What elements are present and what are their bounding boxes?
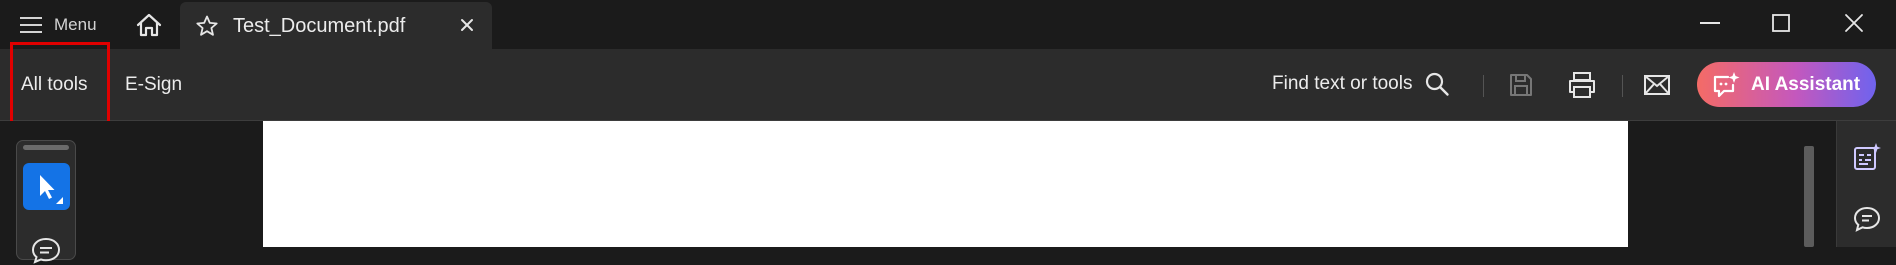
home-button[interactable] (128, 8, 170, 42)
quick-tools-panel (16, 140, 76, 264)
print-icon (1569, 72, 1595, 98)
select-cursor-icon (40, 175, 63, 204)
star-icon[interactable] (195, 14, 219, 38)
toolbar: All tools E-Sign Find text or tools AI A… (0, 49, 1896, 121)
comment-bubble-icon (1853, 206, 1881, 232)
find-text-or-tools-button[interactable]: Find text or tools (1272, 65, 1450, 103)
minimize-button[interactable] (1673, 0, 1747, 46)
right-side-rail (1836, 121, 1896, 247)
tab-title: Test_Document.pdf (233, 15, 406, 37)
ai-summary-icon (1854, 143, 1881, 170)
close-icon (1845, 14, 1863, 32)
find-label: Find text or tools (1272, 73, 1413, 94)
select-tool-button[interactable] (23, 163, 70, 210)
ai-assistant-icon (1713, 71, 1740, 97)
save-icon (1510, 74, 1532, 96)
ai-summary-button[interactable] (1837, 137, 1896, 177)
email-button[interactable] (1640, 69, 1674, 101)
menu-label: Menu (54, 15, 97, 34)
print-button[interactable] (1565, 69, 1599, 101)
window-close-button[interactable] (1817, 0, 1891, 46)
toolbar-separator (1622, 75, 1623, 97)
toolbar-separator (1483, 75, 1484, 97)
highlight-annotation-box (10, 42, 110, 130)
scrollbar-thumb[interactable] (1804, 146, 1814, 247)
maximize-icon (1772, 14, 1790, 32)
document-tab[interactable]: Test_Document.pdf (180, 2, 492, 50)
ai-assistant-button[interactable]: AI Assistant (1697, 62, 1876, 107)
ai-assistant-label: AI Assistant (1751, 73, 1861, 95)
pdf-page[interactable] (263, 121, 1628, 247)
menu-button[interactable]: Menu (10, 10, 107, 40)
comment-icon[interactable] (30, 235, 62, 265)
hamburger-icon (20, 17, 42, 33)
search-icon (1426, 72, 1450, 96)
drag-handle[interactable] (23, 145, 69, 150)
title-bar: Menu Test_Document.pdf (0, 0, 1896, 50)
maximize-button[interactable] (1744, 0, 1818, 46)
tab-close-icon[interactable] (459, 17, 475, 33)
home-icon (136, 13, 162, 37)
comments-panel-button[interactable] (1837, 199, 1896, 239)
minimize-icon (1700, 22, 1720, 24)
mail-icon (1644, 75, 1670, 95)
save-button[interactable] (1504, 69, 1538, 101)
esign-link[interactable]: E-Sign (125, 74, 182, 96)
